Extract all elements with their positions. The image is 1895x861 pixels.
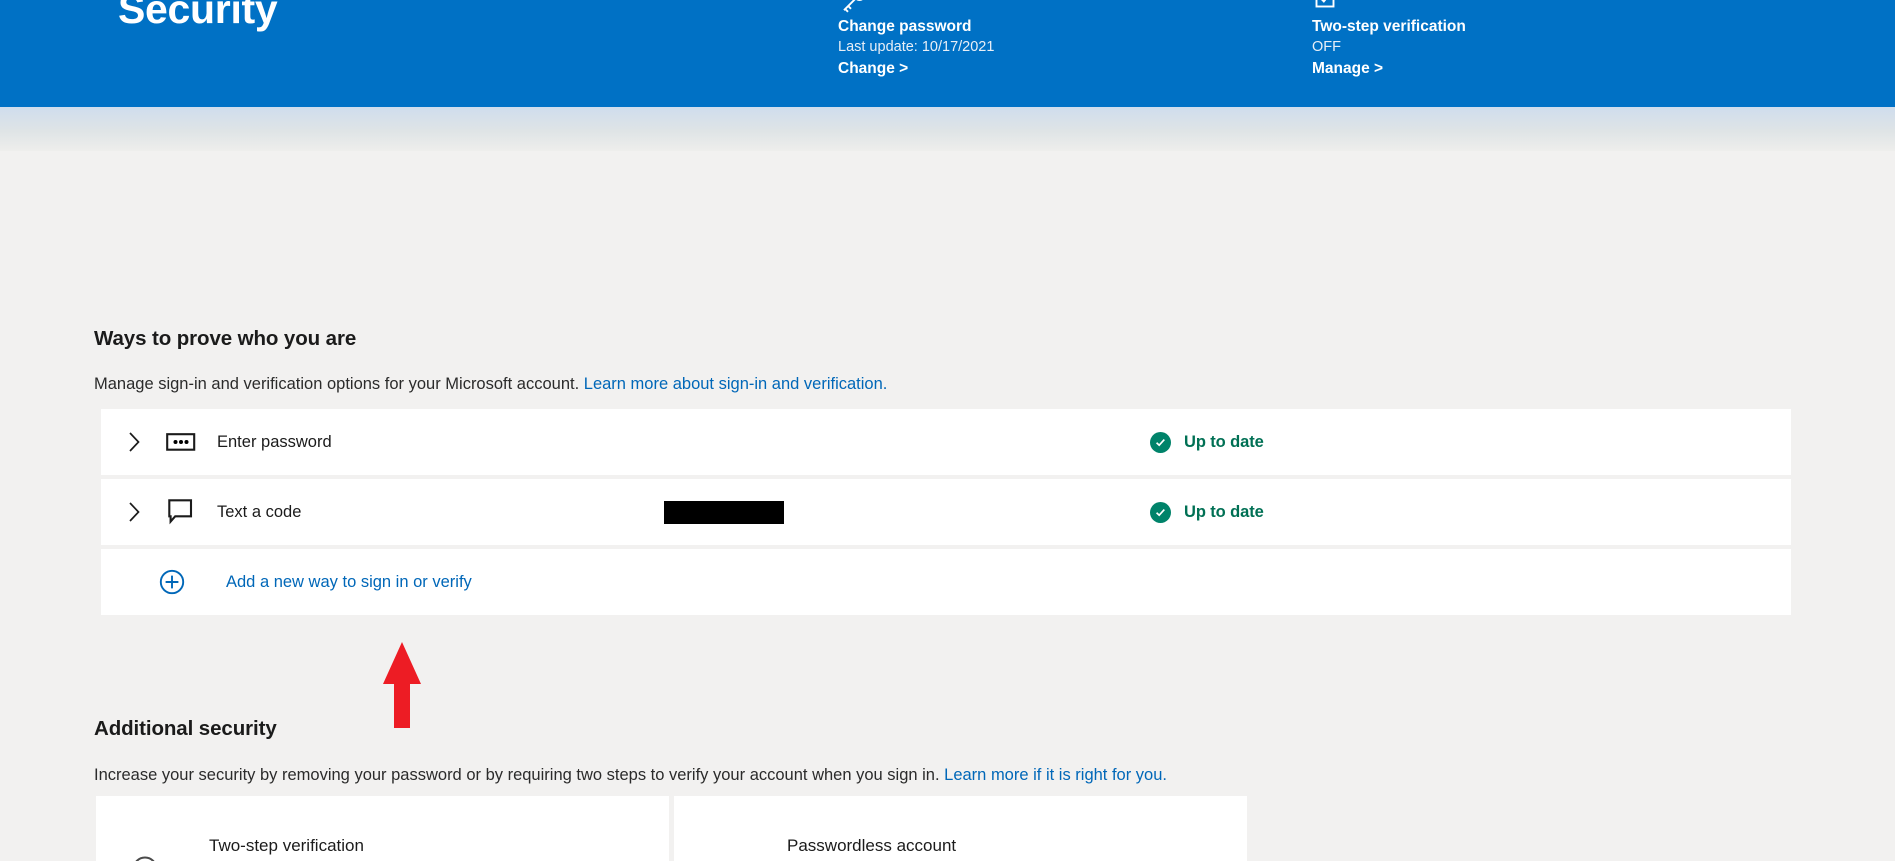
card-two-step-verification[interactable]: Two-step verification OFF Turn on — [96, 796, 669, 861]
checkbox-icon — [1313, 0, 1466, 14]
header-tile-change-password[interactable]: Change password Last update: 10/17/2021 … — [838, 0, 994, 80]
additional-security-cards: Two-step verification OFF Turn on — [96, 796, 1247, 861]
change-password-link[interactable]: Change > — [838, 58, 908, 80]
header-tile-subtitle: OFF — [1312, 39, 1341, 55]
circle-plus-icon — [157, 549, 187, 615]
sign-in-method-list: Enter password Up to date Text a code Up… — [101, 409, 1791, 615]
ways-description-text: Manage sign-in and verification options … — [94, 375, 580, 393]
learn-more-passwordless-link[interactable]: Learn more if it is right for you. — [944, 766, 1167, 784]
chevron-right-icon[interactable] — [121, 409, 147, 475]
card-title: Two-step verification — [209, 836, 364, 855]
key-icon — [839, 0, 994, 14]
header-tile-two-step-verification[interactable]: Two-step verification OFF Manage > — [1312, 0, 1466, 80]
passwordless-icon — [706, 853, 750, 861]
status-badge: Up to date — [1150, 409, 1264, 475]
additional-security-description-text: Increase your security by removing your … — [94, 766, 940, 784]
page-title: Security — [118, 0, 278, 32]
status-text: Up to date — [1184, 432, 1264, 451]
redacted-phone-number — [664, 501, 784, 524]
ways-section-heading: Ways to prove who you are — [94, 327, 357, 350]
add-new-signin-method-row[interactable]: Add a new way to sign in or verify — [101, 549, 1791, 615]
ways-section-description: Manage sign-in and verification options … — [94, 373, 887, 395]
method-row-text-a-code[interactable]: Text a code Up to date — [101, 479, 1791, 545]
additional-security-heading: Additional security — [94, 717, 277, 740]
additional-security-description: Increase your security by removing your … — [94, 764, 1167, 786]
header-tile-title: Two-step verification — [1312, 18, 1466, 35]
learn-more-signin-link[interactable]: Learn more about sign-in and verificatio… — [584, 375, 888, 393]
chevron-right-icon[interactable] — [121, 479, 147, 545]
method-label: Text a code — [217, 502, 302, 521]
check-circle-icon — [1150, 431, 1171, 453]
check-circle-icon — [1150, 501, 1171, 523]
status-text: Up to date — [1184, 502, 1264, 521]
two-step-verification-icon — [128, 853, 172, 861]
method-label: Enter password — [217, 432, 332, 451]
card-passwordless-account[interactable]: Passwordless account OFF Turn on — [674, 796, 1247, 861]
header-tile-subtitle: Last update: 10/17/2021 — [838, 39, 995, 55]
main-content: Ways to prove who you are Manage sign-in… — [0, 151, 1895, 861]
card-body: Passwordless account OFF Turn on — [787, 834, 956, 861]
status-badge: Up to date — [1150, 479, 1264, 545]
header-tile-title: Change password — [838, 18, 972, 35]
manage-two-step-link[interactable]: Manage > — [1312, 58, 1383, 80]
method-row-enter-password[interactable]: Enter password Up to date — [101, 409, 1791, 475]
card-title: Passwordless account — [787, 836, 957, 855]
speech-bubble-icon — [164, 479, 198, 545]
password-field-icon — [164, 409, 198, 475]
add-new-signin-method-label[interactable]: Add a new way to sign in or verify — [226, 549, 472, 615]
header-gradient-divider — [0, 107, 1895, 151]
card-body: Two-step verification OFF Turn on — [209, 834, 364, 861]
red-arrow-annotation — [382, 642, 422, 728]
page-header: Security Change password Last update: 10… — [0, 0, 1895, 107]
